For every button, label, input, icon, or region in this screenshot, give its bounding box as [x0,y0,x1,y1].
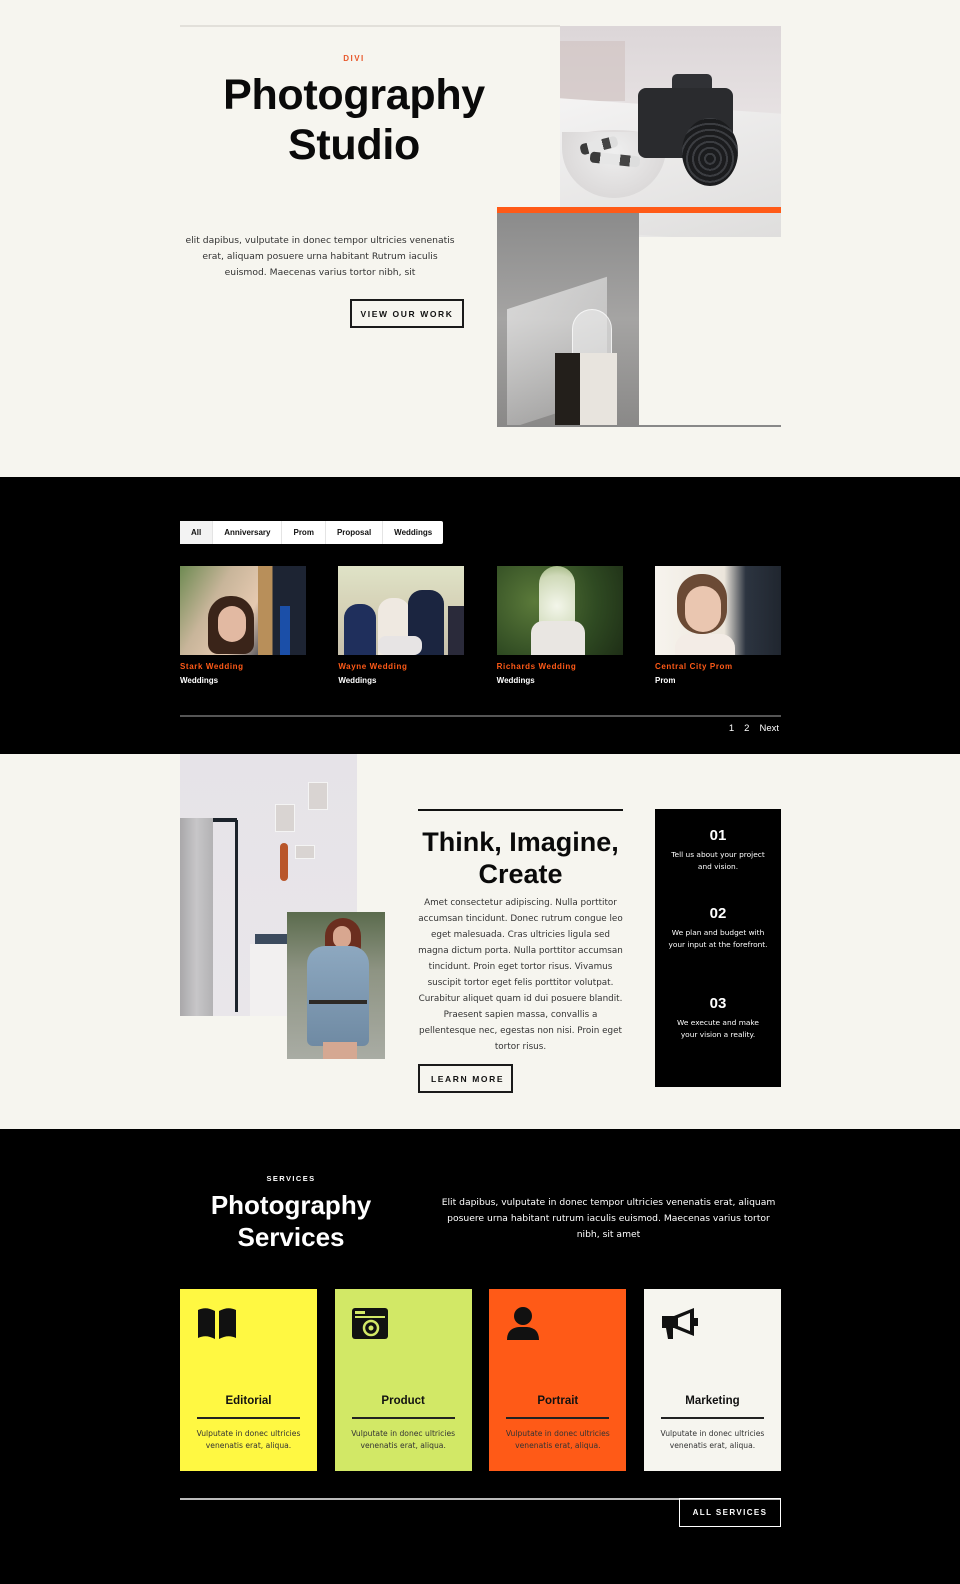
process-title-line1: Think, Imagine, [422,827,619,857]
portfolio-item-category: Weddings [496,676,535,685]
portfolio-item-category: Prom [654,676,676,685]
portfolio-thumbnail[interactable] [180,566,306,655]
view-our-work-button[interactable]: VIEW OUR WORK [350,299,464,328]
services-eyebrow: SERVICES [266,1174,316,1183]
hero-title-line2: Studio [288,121,420,169]
process-section: Think, Imagine, Create Amet consectetur … [0,754,960,1129]
service-name: Marketing [685,1395,740,1407]
process-text: Amet consectetur adipiscing. Nulla portt… [418,898,623,1052]
portfolio-item-category: Weddings [180,676,219,685]
service-description: Vulputate in donec ultricies venenatis e… [196,1429,301,1450]
service-name: Product [381,1395,425,1407]
portfolio-thumbnail[interactable] [338,566,465,655]
user-icon [507,1307,540,1340]
megaphone-icon [661,1308,698,1339]
portfolio-item[interactable]: Wayne Wedding Weddings [338,566,465,685]
services-title-line2: Services [237,1222,345,1252]
service-name: Editorial [225,1395,272,1407]
filter-all[interactable]: All [180,521,214,544]
divider [180,25,560,27]
portfolio-item[interactable]: Central City Prom Prom [654,566,781,685]
step-item: 01 Tell us about your project and vision… [655,827,781,873]
pagination: 1 2 Next [729,723,779,734]
service-description: Vulputate in donec ultricies venenatis e… [505,1429,610,1450]
step-number: 01 [709,827,727,844]
services-title-line1: Photography [210,1190,372,1220]
portfolio-section: All Anniversary Prom Proposal Weddings S… [0,477,960,754]
portfolio-thumbnail[interactable] [654,566,781,655]
hero-eyebrow: DIVI [343,54,365,63]
portfolio-grid: Stark Wedding Weddings Wayne Wedding Wed… [180,566,781,685]
hero-text: elit dapibus, vulputate in donec tempor … [185,235,455,278]
divider [180,715,781,717]
hero-title-line1: Photography [223,71,485,119]
services-cards: Editorial Vulputate in donec ultricies v… [180,1289,781,1471]
step-number: 03 [709,995,727,1012]
portfolio-thumbnail[interactable] [496,566,623,655]
camera-image [560,26,781,237]
process-steps: 01 Tell us about your project and vision… [655,809,781,1087]
step-text: We execute and make your vision a realit… [677,1018,759,1039]
portfolio-item[interactable]: Richards Wedding Weddings [496,566,623,685]
portfolio-item-title[interactable]: Stark Wedding [180,662,306,671]
services-section: SERVICES Photography Services Elit dapib… [0,1129,960,1584]
divider [497,425,781,427]
divider [660,1417,764,1419]
services-text: Elit dapibus, vulputate in donec tempor … [441,1197,776,1240]
hero-title: Photography Studio [180,70,528,170]
step-text: Tell us about your project and vision. [671,850,765,871]
portfolio-item-category: Weddings [338,676,377,685]
learn-more-button[interactable]: LEARN MORE [418,1064,513,1093]
vase-image [497,213,639,425]
model-image [287,912,385,1059]
service-card-product[interactable]: Product Vulputate in donec ultricies ven… [334,1289,472,1471]
filter-weddings[interactable]: Weddings [383,521,443,544]
book-icon [198,1308,236,1339]
step-text: We plan and budget with your input at th… [668,928,768,949]
hero-section: DIVI Photography Studio elit dapibus, vu… [0,0,960,477]
service-name: Portrait [537,1395,579,1407]
next-page-link[interactable]: Next [759,723,779,734]
portfolio-item-title[interactable]: Central City Prom [655,662,781,671]
service-card-portrait[interactable]: Portrait Vulputate in donec ultricies ve… [489,1289,627,1471]
services-title: Photography Services [180,1189,402,1253]
step-item: 02 We plan and budget with your input at… [655,905,781,951]
service-description: Vulputate in donec ultricies venenatis e… [351,1429,456,1450]
divider [418,809,623,811]
process-title: Think, Imagine, Create [418,826,623,890]
step-item: 03 We execute and make your vision a rea… [655,995,781,1041]
page-2-link[interactable]: 2 [744,723,749,734]
filter-anniversary[interactable]: Anniversary [213,521,283,544]
divider [506,1417,610,1419]
portfolio-item-title[interactable]: Wayne Wedding [338,662,464,671]
service-card-editorial[interactable]: Editorial Vulputate in donec ultricies v… [180,1289,317,1471]
divider [351,1417,455,1419]
step-number: 02 [709,905,727,922]
service-description: Vulputate in donec ultricies venenatis e… [660,1429,765,1450]
portfolio-filters: All Anniversary Prom Proposal Weddings [180,521,444,544]
camera-icon [351,1308,388,1339]
divider [197,1417,300,1419]
filter-prom[interactable]: Prom [282,521,326,544]
filter-proposal[interactable]: Proposal [326,521,384,544]
portfolio-item-title[interactable]: Richards Wedding [497,662,623,671]
page-1-link[interactable]: 1 [729,723,734,734]
process-title-line2: Create [478,859,563,889]
portfolio-item[interactable]: Stark Wedding Weddings [180,566,306,685]
all-services-button[interactable]: ALL SERVICES [679,1498,781,1527]
service-card-marketing[interactable]: Marketing Vulputate in donec ultricies v… [643,1289,781,1471]
